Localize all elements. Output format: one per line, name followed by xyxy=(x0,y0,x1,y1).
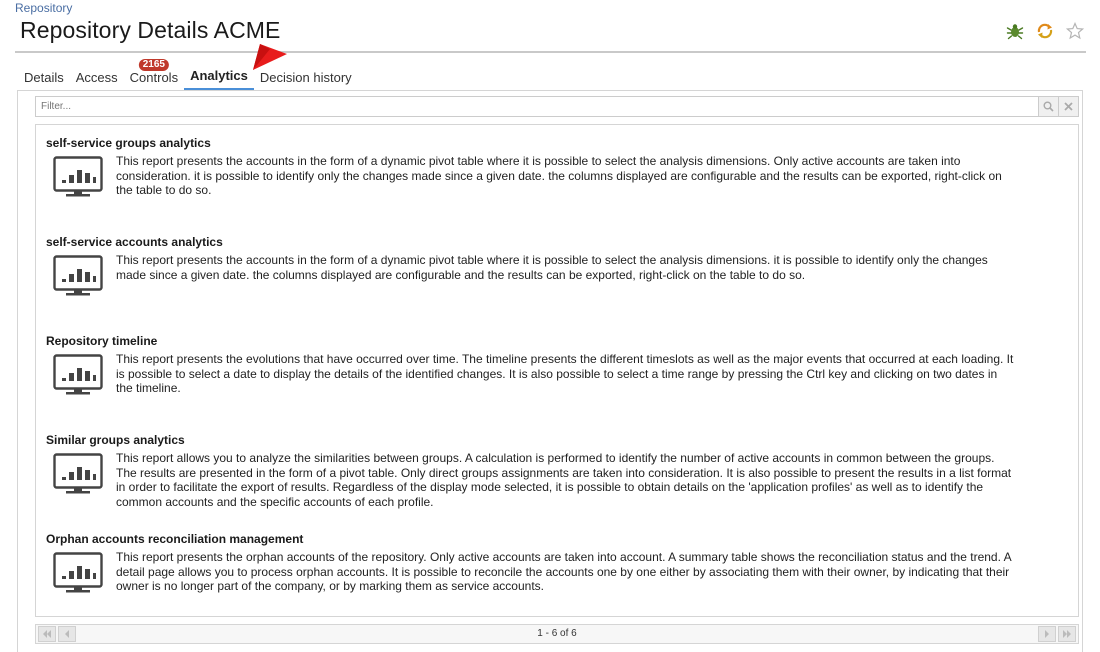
controls-count-badge: 2165 xyxy=(138,59,169,71)
list-item[interactable]: self-service accounts analytics This rep… xyxy=(46,235,1046,296)
pagination-summary: 1 - 6 of 6 xyxy=(537,628,577,639)
monitor-chart-icon[interactable] xyxy=(53,354,103,396)
clear-icon[interactable] xyxy=(1058,97,1078,116)
title-divider xyxy=(15,51,1086,53)
monitor-chart-icon[interactable] xyxy=(53,156,103,198)
tab-analytics[interactable]: Analytics xyxy=(184,64,254,90)
report-title[interactable]: Orphan accounts reconciliation managemen… xyxy=(46,532,1046,547)
report-description: This report presents the evolutions that… xyxy=(116,352,1014,396)
sync-icon[interactable] xyxy=(1034,20,1056,42)
list-item[interactable]: self-service groups analytics This repor… xyxy=(46,136,1046,198)
tab-label: Analytics xyxy=(190,68,248,83)
tab-details[interactable]: Details xyxy=(18,66,70,90)
tab-access[interactable]: Access xyxy=(70,66,124,90)
page-title: Repository Details ACME xyxy=(20,17,281,43)
star-icon[interactable] xyxy=(1064,20,1086,42)
pagination-bar: 1 - 6 of 6 xyxy=(35,624,1079,644)
header-actions xyxy=(1004,20,1086,42)
list-item[interactable]: Repository timeline This report presents… xyxy=(46,334,1046,396)
last-page-icon[interactable] xyxy=(1058,626,1076,642)
report-title[interactable]: self-service accounts analytics xyxy=(46,235,1046,250)
tab-label: Access xyxy=(75,70,118,85)
annotation-arrow-icon xyxy=(253,44,287,70)
report-title[interactable]: Repository timeline xyxy=(46,334,1046,349)
breadcrumb[interactable]: Repository xyxy=(15,1,72,15)
filter-bar xyxy=(35,96,1079,117)
filter-input[interactable] xyxy=(36,97,1036,116)
list-item[interactable]: Orphan accounts reconciliation managemen… xyxy=(46,532,1046,594)
report-description: This report presents the orphan accounts… xyxy=(116,550,1011,594)
bug-icon[interactable] xyxy=(1004,20,1026,42)
report-description: This report presents the accounts in the… xyxy=(116,253,988,282)
next-page-icon[interactable] xyxy=(1038,626,1056,642)
tab-controls[interactable]: 2165 Controls xyxy=(124,59,184,90)
report-description: This report presents the accounts in the… xyxy=(116,154,1002,198)
tab-label: Decision history xyxy=(259,70,352,85)
tab-label: Controls xyxy=(129,70,179,85)
monitor-chart-icon[interactable] xyxy=(53,255,103,297)
report-description: This report allows you to analyze the si… xyxy=(116,451,1012,509)
monitor-chart-icon[interactable] xyxy=(53,552,103,594)
search-icon[interactable] xyxy=(1038,97,1058,116)
monitor-chart-icon[interactable] xyxy=(53,453,103,495)
report-title[interactable]: self-service groups analytics xyxy=(46,136,1046,151)
tab-bar: Details Access 2165 Controls Analytics D… xyxy=(18,59,358,90)
report-list: self-service groups analytics This repor… xyxy=(35,124,1079,617)
report-title[interactable]: Similar groups analytics xyxy=(46,433,1046,448)
tab-label: Details xyxy=(24,70,64,85)
list-item[interactable]: Similar groups analytics This report all… xyxy=(46,433,1046,509)
